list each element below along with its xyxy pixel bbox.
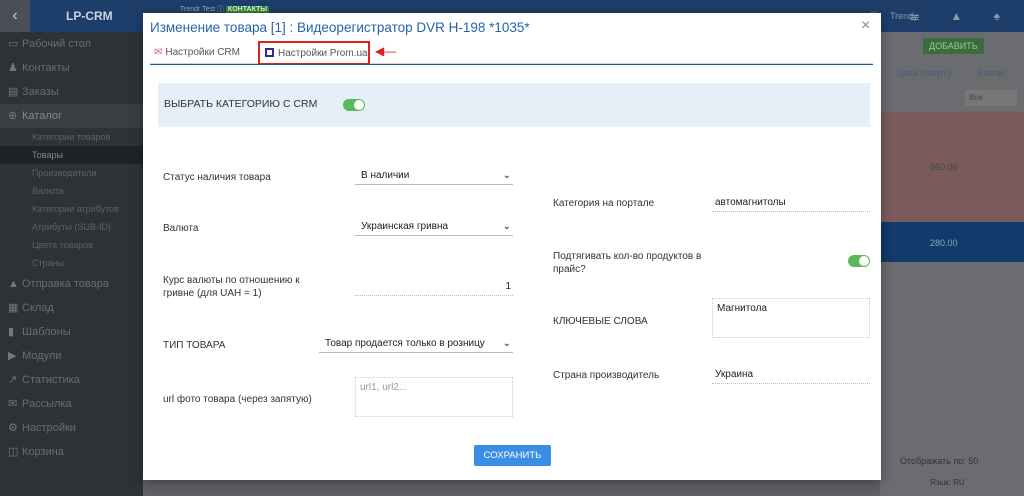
- availability-select[interactable]: В наличии ⌄: [355, 167, 513, 185]
- sidebar-subitem[interactable]: Категории товаров: [0, 128, 143, 146]
- sidebar-icon: ▲: [8, 278, 19, 290]
- chevron-down-icon: ⌄: [502, 338, 511, 349]
- pull-qty-label: Подтягивать кол-во продуктов в прайс?: [553, 251, 702, 275]
- tab-bar: ✉ Настройки CRM Настройки Prom.ua: [150, 40, 873, 65]
- currency-select[interactable]: Украинская гривна ⌄: [355, 218, 513, 236]
- sidebar-item-label: Корзина: [22, 446, 64, 458]
- envelope-icon: ✉: [154, 47, 163, 58]
- tab-crm-settings[interactable]: ✉ Настройки CRM: [154, 43, 240, 63]
- sidebar-subitem[interactable]: Товары: [0, 146, 143, 164]
- product-type-select[interactable]: Товар продается только в розницу ⌄: [319, 335, 513, 353]
- filter-select[interactable]: Все: [965, 90, 1017, 106]
- sidebar-item[interactable]: ↗ Статистика: [0, 368, 143, 392]
- photo-url-label: url фото товара (через запятую): [163, 394, 312, 405]
- add-button[interactable]: ДОБАВИТЬ: [923, 38, 984, 54]
- sidebar-item[interactable]: ▭ Рабочий стол: [0, 32, 143, 56]
- sidebar-subitem[interactable]: Валюта: [0, 182, 143, 200]
- country-input[interactable]: Украина: [712, 366, 870, 384]
- sidebar-item[interactable]: ▲ Отправка товара: [0, 272, 143, 296]
- sidebar-item-label: Отправка товара: [22, 278, 109, 290]
- sidebar-item[interactable]: ♟ Контакты: [0, 56, 143, 80]
- chevron-down-icon: ⌄: [502, 221, 511, 232]
- prom-icon: [265, 48, 274, 57]
- close-icon[interactable]: ×: [861, 17, 870, 35]
- sidebar-item-label: Рабочий стол: [22, 38, 92, 50]
- sidebar-icon: ▭: [8, 38, 19, 50]
- sidebar-icon: ▮: [8, 326, 15, 338]
- sidebar-item-label: Рассылка: [22, 398, 72, 410]
- sidebar-item-label: Статистика: [22, 374, 80, 386]
- availability-label: Статус наличия товара: [163, 172, 271, 183]
- sidebar-item[interactable]: ▦ Склад: [0, 296, 143, 320]
- photo-url-textarea[interactable]: url1, url2...: [355, 377, 513, 417]
- sidebar-item[interactable]: ◫ Корзина: [0, 440, 143, 464]
- chevron-down-icon: ⌄: [502, 170, 511, 181]
- sidebar-item[interactable]: ⊕ Каталог: [0, 104, 143, 128]
- portal-category-label: Категория на портале: [553, 198, 655, 209]
- divider: [150, 64, 873, 65]
- rate-label: Курс валюты по отношению к гривне (для U…: [163, 275, 300, 299]
- sidebar-item[interactable]: ⚙ Настройки: [0, 416, 143, 440]
- language-select[interactable]: Язык: RU: [930, 478, 965, 487]
- sidebar-item-label: Склад: [22, 302, 54, 314]
- sidebar-icon: ◫: [8, 446, 19, 458]
- sidebar-icon: ⚙: [8, 422, 18, 434]
- sidebar-icon: ▦: [8, 302, 19, 314]
- keywords-label: КЛЮЧЕВЫЕ СЛОВА: [553, 316, 648, 327]
- price-cell: 560.00: [930, 162, 958, 172]
- sidebar-item-label: Заказы: [22, 86, 59, 98]
- category-toggle-row: ВЫБРАТЬ КАТЕГОРИЮ С CRM: [158, 83, 870, 127]
- sidebar-item[interactable]: ✉ Рассылка: [0, 392, 143, 416]
- category-toggle-label: ВЫБРАТЬ КАТЕГОРИЮ С CRM: [164, 98, 318, 110]
- back-icon[interactable]: ‹: [0, 0, 30, 32]
- sidebar-icon: ⊕: [8, 110, 18, 122]
- app-logo: LP-CRM: [66, 9, 113, 23]
- sidebar-item-label: Настройки: [22, 422, 76, 434]
- per-page-control[interactable]: Отображать по: 50: [900, 456, 978, 466]
- sidebar-item-label: Контакты: [22, 62, 70, 74]
- sidebar-item-label: Шаблоны: [22, 326, 71, 338]
- sidebar: ▭ Рабочий стол ♟ Контакты ▤ Заказы ⊕ Каталог Кат…: [0, 32, 143, 496]
- edit-product-modal: Изменение товара [1] : Видеорегистратор …: [143, 13, 881, 480]
- portal-category-input[interactable]: автомагнитолы: [712, 194, 870, 212]
- country-label: Страна производитель: [553, 370, 660, 381]
- sidebar-item[interactable]: ▶ Модули: [0, 344, 143, 368]
- rate-input[interactable]: 1: [355, 278, 513, 296]
- sidebar-item-label: Каталог: [22, 110, 62, 122]
- sidebar-subitem[interactable]: Производители: [0, 164, 143, 182]
- product-type-label: ТИП ТОВАРА: [163, 340, 226, 351]
- sidebar-item[interactable]: ▮ Шаблоны: [0, 320, 143, 344]
- sidebar-subitem[interactable]: Атрибуты (SUB-ID): [0, 218, 143, 236]
- sidebar-subitem[interactable]: Страны: [0, 254, 143, 272]
- sidebar-item-label: Модули: [22, 350, 62, 362]
- arrow-left-icon: ◀—: [375, 44, 397, 58]
- sidebar-icon: ↗: [8, 374, 18, 386]
- save-button[interactable]: СОХРАНИТЬ: [474, 445, 551, 466]
- sidebar-icon: ♟: [8, 62, 18, 74]
- pull-qty-toggle[interactable]: [848, 255, 870, 267]
- price-cell: 280.00: [930, 238, 958, 248]
- modal-title: Изменение товара [1] : Видеорегистратор …: [150, 20, 530, 35]
- sidebar-icon: ▶: [8, 350, 17, 362]
- sidebar-subitem[interactable]: Цвета товаров: [0, 236, 143, 254]
- sidebar-icon: ▤: [8, 86, 19, 98]
- column-header-price[interactable]: Цена (закуп.): [896, 68, 951, 78]
- column-header-qty[interactable]: Кол-во: [978, 68, 1006, 78]
- ticker-badge: КОНТАКТЫ: [225, 6, 270, 13]
- sidebar-item[interactable]: ▤ Заказы: [0, 80, 143, 104]
- currency-label: Валюта: [163, 223, 199, 234]
- sidebar-icon: ✉: [8, 398, 18, 410]
- tab-prom-settings[interactable]: Настройки Prom.ua: [258, 41, 370, 65]
- category-toggle[interactable]: [343, 99, 365, 111]
- keywords-textarea[interactable]: Магнитола: [712, 298, 870, 338]
- sidebar-subitem[interactable]: Категории атрибутов: [0, 200, 143, 218]
